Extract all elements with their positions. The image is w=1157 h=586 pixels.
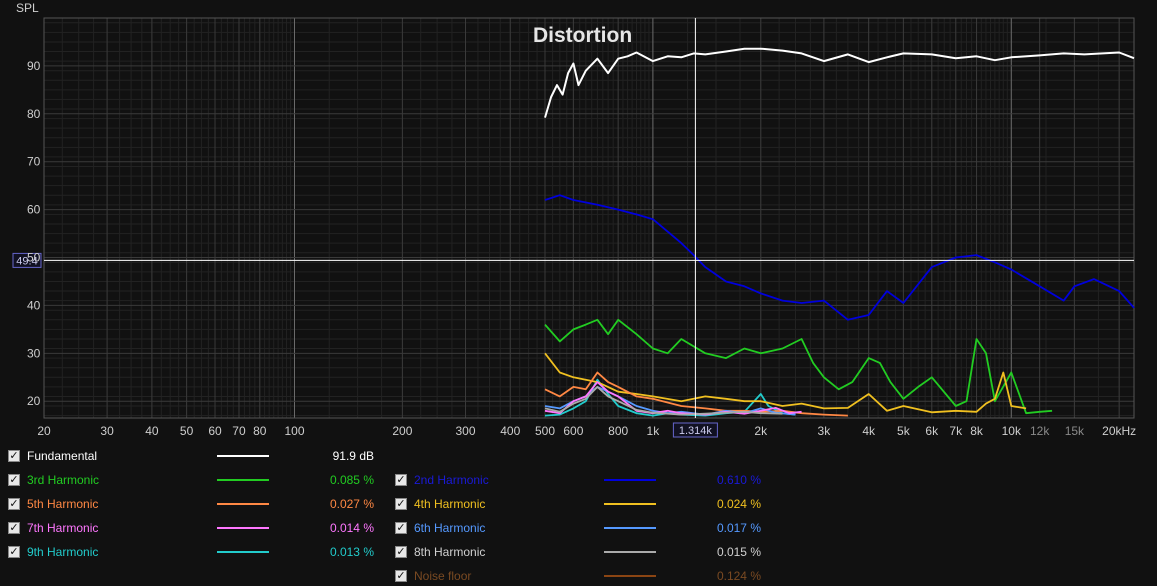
legend-entry-5th-harmonic: ✓ 5th Harmonic 0.027 %: [8, 494, 374, 514]
legend-swatch: [217, 455, 269, 457]
legend-checkbox[interactable]: ✓: [8, 498, 20, 510]
x-tick-label: 70: [232, 424, 246, 438]
x-tick-label: 1k: [647, 424, 661, 438]
legend-swatch: [604, 527, 656, 529]
legend-label: 7th Harmonic: [27, 521, 99, 535]
legend-value: 0.015 %: [716, 545, 761, 559]
legend-swatch: [604, 479, 656, 481]
legend-label: 3rd Harmonic: [27, 473, 100, 487]
legend-entry-7th-harmonic: ✓ 7th Harmonic 0.014 %: [8, 518, 374, 538]
legend-label: Fundamental: [27, 449, 98, 463]
legend-value: 0.610 %: [716, 473, 761, 487]
x-tick-label: 7k: [949, 424, 963, 438]
legend-entry-fundamental: ✓ Fundamental 91.9 dB: [8, 446, 374, 466]
legend-entry-4th-harmonic: ✓ 4th Harmonic 0.024 %: [395, 494, 761, 514]
x-tick-label: 20kHz: [1102, 424, 1136, 438]
legend-value: 91.9 dB: [332, 449, 374, 463]
y-tick-label: 60: [27, 203, 41, 217]
y-axis-label: SPL: [16, 1, 39, 15]
legend-checkbox[interactable]: ✓: [395, 522, 407, 534]
legend-checkbox[interactable]: ✓: [395, 498, 407, 510]
legend-label: 9th Harmonic: [27, 545, 99, 559]
legend-swatch: [217, 527, 269, 529]
legend-swatch: [604, 575, 656, 577]
x-tick-label: 400: [500, 424, 520, 438]
legend-checkbox[interactable]: ✓: [8, 450, 20, 462]
x-tick-label: 4k: [862, 424, 876, 438]
x-tick-label: 80: [253, 424, 267, 438]
legend-entry-9th-harmonic: ✓ 9th Harmonic 0.013 %: [8, 542, 374, 562]
legend-label: 5th Harmonic: [27, 497, 99, 511]
legend-checkbox[interactable]: ✓: [8, 522, 20, 534]
legend-swatch: [217, 551, 269, 553]
legend-label: 4th Harmonic: [414, 497, 486, 511]
legend-swatch: [217, 503, 269, 505]
x-tick-label: 600: [563, 424, 583, 438]
legend-label: 8th Harmonic: [414, 545, 486, 559]
legend-label: 2nd Harmonic: [414, 473, 489, 487]
legend-value: 0.027 %: [329, 497, 374, 511]
legend-checkbox[interactable]: ✓: [395, 570, 407, 582]
y-tick-label: 90: [27, 59, 41, 73]
y-tick-label: 80: [27, 107, 41, 121]
x-tick-label: 20: [37, 424, 51, 438]
legend-value: 0.013 %: [329, 545, 374, 559]
x-tick-label: 500: [535, 424, 555, 438]
legend-entry-2nd-harmonic: ✓ 2nd Harmonic 0.610 %: [395, 470, 761, 490]
y-tick-label: 70: [27, 155, 41, 169]
x-tick-label: 15k: [1065, 424, 1085, 438]
y-tick-label: 40: [27, 298, 41, 312]
x-tick-label: 5k: [897, 424, 911, 438]
legend-checkbox[interactable]: ✓: [8, 474, 20, 486]
legend-value: 0.017 %: [716, 521, 761, 535]
legend-value: 0.085 %: [329, 473, 374, 487]
legend-value: 0.014 %: [329, 521, 374, 535]
chart-title: Distortion: [533, 24, 632, 47]
x-tick-label: 300: [455, 424, 475, 438]
cursor-x-readout: 1.314k: [679, 425, 713, 437]
y-tick-label: 30: [27, 346, 41, 360]
legend-label: 6th Harmonic: [414, 521, 486, 535]
x-tick-label: 200: [392, 424, 412, 438]
legend-value: 0.024 %: [716, 497, 761, 511]
legend-entry-6th-harmonic: ✓ 6th Harmonic 0.017 %: [395, 518, 761, 538]
legend-swatch: [217, 479, 269, 481]
x-tick-label: 100: [284, 424, 304, 438]
x-tick-label: 50: [180, 424, 194, 438]
distortion-chart[interactable]: 49.41.314k 203040506070809020 30 40 50 60 70 8…: [0, 0, 1157, 440]
x-tick-label: 40: [145, 424, 159, 438]
legend-swatch: [604, 551, 656, 553]
x-tick-label: 30: [100, 424, 114, 438]
x-tick-label: 8k: [970, 424, 984, 438]
x-tick-label: 12k: [1030, 424, 1050, 438]
x-tick-label: 6k: [925, 424, 939, 438]
legend: ✓ Fundamental 91.9 dB ✓ 2nd Harmonic 0.610 % ✓…: [0, 444, 1157, 583]
legend-entry-8th-harmonic: ✓ 8th Harmonic 0.015 %: [395, 542, 761, 562]
legend-checkbox[interactable]: ✓: [395, 546, 407, 558]
x-tick-label: 2k: [754, 424, 768, 438]
legend-value: 0.124 %: [716, 569, 761, 583]
x-tick-label: 3k: [818, 424, 832, 438]
legend-checkbox[interactable]: ✓: [8, 546, 20, 558]
y-tick-label: 20: [27, 394, 41, 408]
legend-label: Noise floor: [414, 569, 472, 583]
legend-swatch: [604, 503, 656, 505]
legend-entry-3rd-harmonic: ✓ 3rd Harmonic 0.085 %: [8, 470, 374, 490]
x-tick-label: 800: [608, 424, 628, 438]
x-tick-label: 60: [208, 424, 222, 438]
x-tick-label: 10k: [1002, 424, 1022, 438]
y-tick-label: 50: [27, 251, 41, 265]
legend-entry-noise-floor: ✓ Noise floor 0.124 %: [395, 566, 761, 586]
legend-checkbox[interactable]: ✓: [395, 474, 407, 486]
